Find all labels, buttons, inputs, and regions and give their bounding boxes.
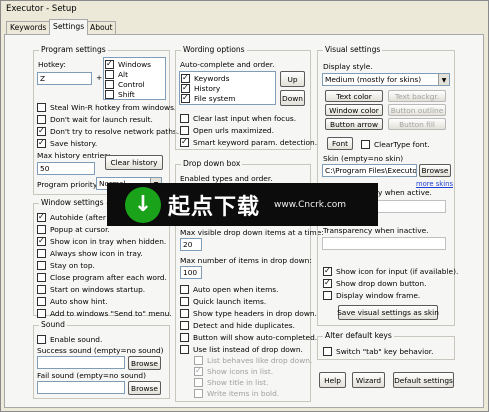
success-sound-input[interactable] xyxy=(37,356,125,369)
font-button[interactable]: Font xyxy=(327,137,353,150)
max-visible-input[interactable]: 20 xyxy=(180,238,202,251)
chevron-down-icon: ▼ xyxy=(438,74,449,85)
more-skins-link[interactable]: more skins xyxy=(416,180,453,188)
button-autocompleted-checkbox[interactable]: Button will show auto-completed. xyxy=(180,332,317,342)
move-up-button[interactable]: Up xyxy=(280,71,305,87)
always-tray-checkbox[interactable]: Always show icon in tray. xyxy=(37,248,143,258)
default-settings-button[interactable]: Default settings xyxy=(393,372,454,388)
window-frame-checkbox[interactable]: Display window frame. xyxy=(323,290,420,300)
cleartype-checkbox[interactable]: ClearType font. xyxy=(361,139,430,149)
success-browse-button[interactable]: Browse xyxy=(128,356,161,370)
transparency-active-label: y when active. xyxy=(378,188,432,197)
save-skin-button[interactable]: Save visual settings as skin xyxy=(337,305,439,320)
enabled-types-label: Enabled types and order. xyxy=(180,174,273,183)
clear-history-button[interactable]: Clear history xyxy=(105,155,163,170)
skin-label: Skin (empty=no skin) xyxy=(323,154,404,163)
hotkey-input[interactable]: Z xyxy=(37,72,92,85)
stay-on-top-checkbox[interactable]: Stay on top. xyxy=(37,260,95,270)
max-visible-label: Max visible drop down items at a time: xyxy=(180,228,324,237)
display-style-label: Display style. xyxy=(323,62,373,71)
max-history-input[interactable]: 50 xyxy=(37,162,95,175)
fail-browse-button[interactable]: Browse xyxy=(128,381,161,395)
tab-keywords[interactable]: Keywords xyxy=(6,21,51,34)
show-title-list-checkbox[interactable]: Show title in list. xyxy=(194,377,268,387)
windows-startup-checkbox[interactable]: Start on windows startup. xyxy=(37,284,145,294)
popup-cursor-checkbox[interactable]: Popup at cursor. xyxy=(37,224,110,234)
hotkey-label: Hotkey: xyxy=(38,60,66,69)
text-color-button[interactable]: Text color xyxy=(325,90,383,102)
use-list-checkbox[interactable]: Use list instead of drop down. xyxy=(180,344,303,354)
download-arrow-icon: ↓ xyxy=(125,186,161,223)
watermark-banner: ↓ 起点下载 www.Cncrk.com xyxy=(107,183,378,226)
auto-show-hint-checkbox[interactable]: Auto show hint. xyxy=(37,296,108,306)
show-input-icon-checkbox[interactable]: Show icon for input (if available). xyxy=(323,266,458,276)
list-behaves-checkbox[interactable]: List behaves like drop down. xyxy=(194,355,312,365)
enable-sound-checkbox[interactable]: Enable sound. xyxy=(37,334,102,344)
steal-win-r-checkbox[interactable]: Steal Win-R hotkey from windows. xyxy=(37,102,176,112)
transparency-inactive-slider[interactable] xyxy=(322,237,446,250)
skin-browse-button[interactable]: Browse xyxy=(419,164,451,177)
window-color-button[interactable]: Window color xyxy=(325,104,383,116)
button-arrow-button[interactable]: Button arrow xyxy=(325,118,383,130)
modifier-shift[interactable]: Shift xyxy=(105,89,135,99)
autocomplete-label: Auto-complete and order. xyxy=(180,60,275,69)
show-icons-list-checkbox[interactable]: Show icons in list. xyxy=(194,366,273,376)
modifier-alt[interactable]: Alt xyxy=(105,69,128,79)
autocomplete-keywords[interactable]: Keywords xyxy=(181,73,229,83)
send-to-checkbox[interactable]: Add to windows "Send to" menu. xyxy=(37,308,172,318)
switch-tab-checkbox[interactable]: Switch "tab" key behavior. xyxy=(323,346,433,356)
button-fill-button[interactable]: Button fill xyxy=(388,118,446,130)
watermark-title: 起点下载 xyxy=(168,194,261,220)
group-title: Drop down box xyxy=(181,159,243,168)
priority-label: Program priority xyxy=(37,180,98,189)
success-sound-label: Success sound (empty=no sound) xyxy=(37,346,164,355)
button-outline-button[interactable]: Button outline xyxy=(388,104,446,116)
auto-open-checkbox[interactable]: Auto open when items. xyxy=(180,284,279,294)
bold-items-checkbox[interactable]: Write items in bold. xyxy=(194,388,279,398)
group-title: Program settings xyxy=(39,45,108,54)
type-headers-checkbox[interactable]: Show type headers in drop down. xyxy=(180,308,317,318)
close-after-word-checkbox[interactable]: Close program after each word. xyxy=(37,272,167,282)
autocomplete-file-system[interactable]: File system xyxy=(181,93,235,103)
modifier-control[interactable]: Control xyxy=(105,79,145,89)
show-dropdown-button-checkbox[interactable]: Show drop down button. xyxy=(323,278,426,288)
group-title: Alter default keys xyxy=(323,331,394,340)
transparency-inactive-label: Transparency when inactive. xyxy=(323,226,429,235)
dont-resolve-checkbox[interactable]: Don't try to resolve network paths. xyxy=(37,126,179,136)
skin-path-input[interactable]: C:\Program Files\Executo xyxy=(322,164,417,177)
group-title: Wording options xyxy=(181,45,247,54)
save-history-checkbox[interactable]: Save history. xyxy=(37,138,97,148)
watermark-url: www.Cncrk.com xyxy=(274,199,347,210)
display-style-select[interactable]: Medium (mostly for skins) ▼ xyxy=(322,73,450,86)
smart-keyword-checkbox[interactable]: Smart keyword param. detection. xyxy=(180,137,317,147)
text-background-button[interactable]: Text backgr. xyxy=(388,90,446,102)
move-down-button[interactable]: Down xyxy=(280,90,305,106)
tab-settings[interactable]: Settings xyxy=(49,19,89,35)
fail-sound-input[interactable] xyxy=(37,381,125,394)
display-style-value: Medium (mostly for skins) xyxy=(325,75,422,84)
hide-duplicates-checkbox[interactable]: Detect and hide duplicates. xyxy=(180,320,295,330)
wizard-button[interactable]: Wizard xyxy=(352,372,385,388)
autocomplete-history[interactable]: History xyxy=(181,83,220,93)
dont-wait-checkbox[interactable]: Don't wait for launch result. xyxy=(37,114,153,124)
quick-launch-checkbox[interactable]: Quick launch items. xyxy=(180,296,266,306)
max-items-input[interactable]: 100 xyxy=(180,266,202,279)
help-button[interactable]: Help xyxy=(319,372,346,388)
tray-hidden-checkbox[interactable]: Show icon in tray when hidden. xyxy=(37,236,166,246)
group-title: Sound xyxy=(39,320,67,329)
plus-sign: + xyxy=(96,73,103,82)
group-title: Window settings xyxy=(39,198,106,207)
fail-sound-label: Fail sound (empty=no sound) xyxy=(37,371,146,380)
clear-last-input-checkbox[interactable]: Clear last input when focus. xyxy=(180,113,296,123)
window-title: Executor - Setup xyxy=(1,1,487,17)
tab-about[interactable]: About xyxy=(86,21,117,34)
max-items-label: Max number of items in drop down: xyxy=(180,256,312,265)
modifier-windows[interactable]: Windows xyxy=(105,59,151,69)
open-urls-maximized-checkbox[interactable]: Open urls maximized. xyxy=(180,125,274,135)
max-history-label: Max history entries: xyxy=(37,151,111,160)
group-title: Visual settings xyxy=(323,45,383,54)
